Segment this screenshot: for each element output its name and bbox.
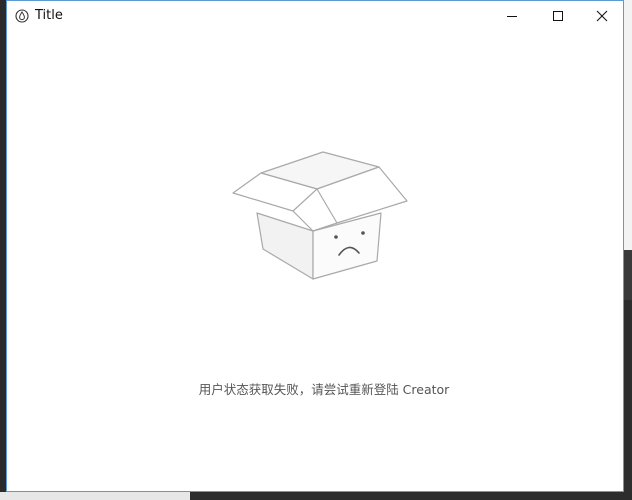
maximize-button[interactable]	[535, 1, 581, 31]
close-button[interactable]	[579, 1, 625, 31]
background-window-dark-2	[624, 300, 632, 500]
error-message: 用户状态获取失败，请尝试重新登陆 Creator	[198, 382, 450, 397]
maximize-icon	[553, 11, 563, 21]
background-window-bottom	[0, 492, 190, 500]
app-icon	[15, 9, 29, 23]
title-bar[interactable]: Title	[7, 1, 623, 31]
minimize-button[interactable]	[489, 1, 535, 31]
sad-box-icon	[232, 151, 408, 280]
window-title: Title	[35, 8, 63, 23]
close-icon	[596, 10, 608, 22]
dialog-window: Title 用户状态获取失败，请尝试重新登陆 Creator	[6, 0, 624, 492]
minimize-icon	[507, 16, 517, 17]
